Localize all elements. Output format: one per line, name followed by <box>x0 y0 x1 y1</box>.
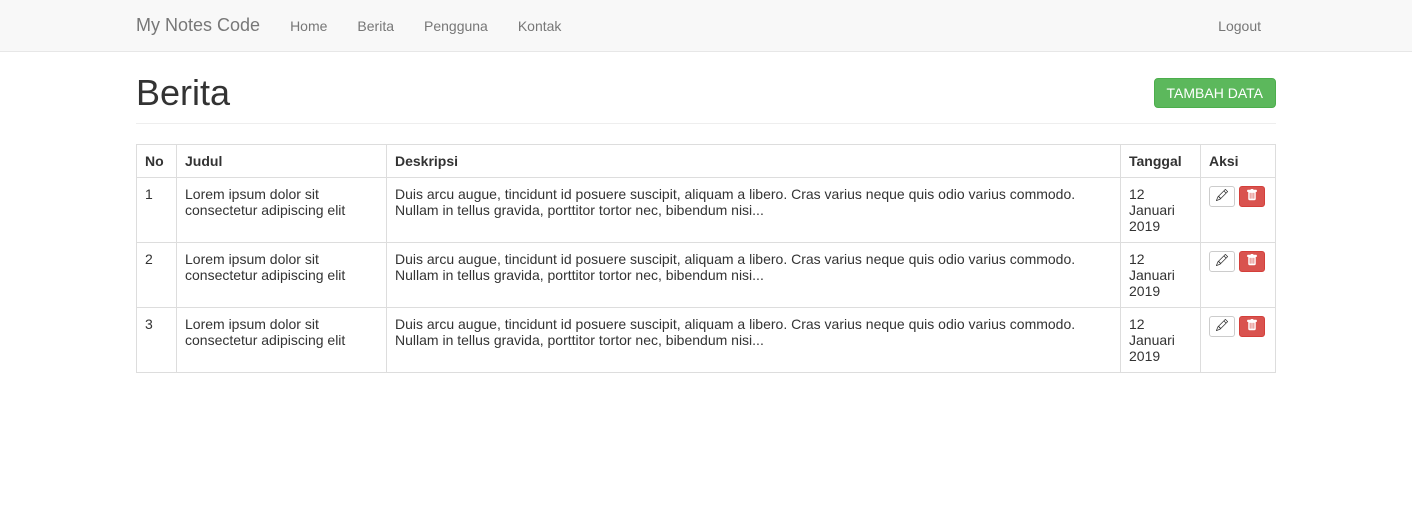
cell-deskripsi: Duis arcu augue, tincidunt id posuere su… <box>387 178 1121 243</box>
pencil-icon <box>1216 189 1228 204</box>
nav-list: Home Berita Pengguna Kontak <box>275 3 1203 49</box>
cell-aksi <box>1201 178 1276 243</box>
trash-icon <box>1246 254 1258 269</box>
th-tanggal: Tanggal <box>1121 145 1201 178</box>
nav-logout[interactable]: Logout <box>1203 3 1276 49</box>
delete-button[interactable] <box>1239 316 1265 337</box>
delete-button[interactable] <box>1239 186 1265 207</box>
pencil-icon <box>1216 319 1228 334</box>
cell-judul: Lorem ipsum dolor sit consectetur adipis… <box>177 178 387 243</box>
page-title: Berita <box>136 72 230 114</box>
nav-item-home[interactable]: Home <box>275 3 342 49</box>
table-row: 1Lorem ipsum dolor sit consectetur adipi… <box>137 178 1276 243</box>
cell-tanggal: 12 Januari 2019 <box>1121 243 1201 308</box>
cell-deskripsi: Duis arcu augue, tincidunt id posuere su… <box>387 243 1121 308</box>
cell-deskripsi: Duis arcu augue, tincidunt id posuere su… <box>387 308 1121 373</box>
nav-item-pengguna[interactable]: Pengguna <box>409 3 503 49</box>
cell-no: 1 <box>137 178 177 243</box>
edit-button[interactable] <box>1209 186 1235 207</box>
edit-button[interactable] <box>1209 316 1235 337</box>
table-row: 2Lorem ipsum dolor sit consectetur adipi… <box>137 243 1276 308</box>
add-data-button[interactable]: TAMBAH DATA <box>1154 78 1276 108</box>
navbar-brand[interactable]: My Notes Code <box>136 0 275 51</box>
cell-aksi <box>1201 308 1276 373</box>
cell-no: 3 <box>137 308 177 373</box>
edit-button[interactable] <box>1209 251 1235 272</box>
pencil-icon <box>1216 254 1228 269</box>
cell-no: 2 <box>137 243 177 308</box>
nav-item-berita[interactable]: Berita <box>342 3 409 49</box>
cell-tanggal: 12 Januari 2019 <box>1121 308 1201 373</box>
navbar: My Notes Code Home Berita Pengguna Konta… <box>0 0 1412 52</box>
th-no: No <box>137 145 177 178</box>
th-deskripsi: Deskripsi <box>387 145 1121 178</box>
th-aksi: Aksi <box>1201 145 1276 178</box>
table-row: 3Lorem ipsum dolor sit consectetur adipi… <box>137 308 1276 373</box>
cell-aksi <box>1201 243 1276 308</box>
nav-item-kontak[interactable]: Kontak <box>503 3 577 49</box>
cell-tanggal: 12 Januari 2019 <box>1121 178 1201 243</box>
trash-icon <box>1246 189 1258 204</box>
data-table: No Judul Deskripsi Tanggal Aksi 1Lorem i… <box>136 144 1276 373</box>
page-header: Berita TAMBAH DATA <box>136 52 1276 124</box>
cell-judul: Lorem ipsum dolor sit consectetur adipis… <box>177 243 387 308</box>
trash-icon <box>1246 319 1258 334</box>
th-judul: Judul <box>177 145 387 178</box>
cell-judul: Lorem ipsum dolor sit consectetur adipis… <box>177 308 387 373</box>
nav-right: Logout <box>1203 3 1276 49</box>
delete-button[interactable] <box>1239 251 1265 272</box>
